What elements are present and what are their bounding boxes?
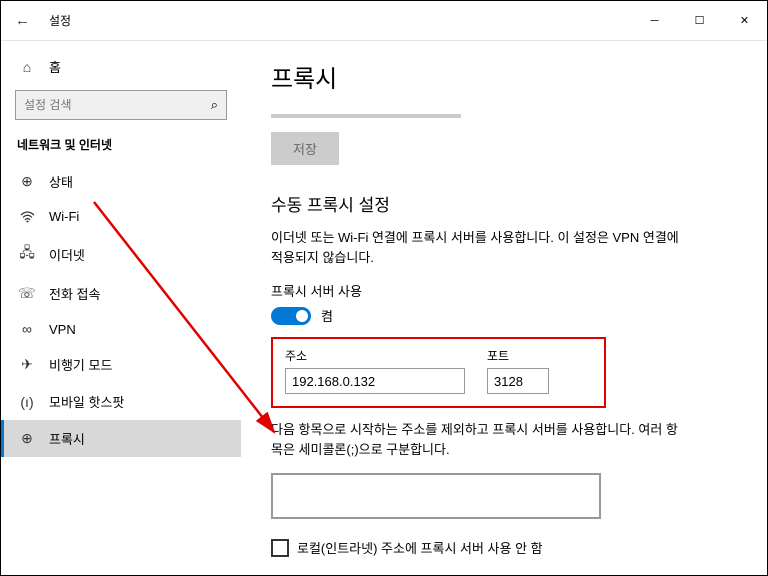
proxy-use-label: 프록시 서버 사용 bbox=[271, 281, 737, 300]
minimize-button[interactable]: ─ bbox=[632, 6, 677, 36]
status-icon: ⊕ bbox=[19, 173, 35, 190]
sidebar-heading: 네트워크 및 인터넷 bbox=[1, 134, 241, 163]
port-input[interactable] bbox=[487, 368, 549, 394]
sidebar-item-status[interactable]: ⊕ 상태 bbox=[1, 163, 241, 200]
sidebar-item-label: 이더넷 bbox=[49, 245, 85, 264]
address-input[interactable] bbox=[285, 368, 465, 394]
sidebar-item-wifi[interactable]: Wi-Fi bbox=[1, 200, 241, 233]
progress-bar bbox=[271, 114, 461, 118]
sidebar-item-label: 상태 bbox=[49, 172, 73, 191]
sidebar-item-dialup[interactable]: ☏ 전화 접속 bbox=[1, 275, 241, 312]
airplane-icon: ✈ bbox=[19, 356, 35, 373]
sidebar-item-airplane[interactable]: ✈ 비행기 모드 bbox=[1, 346, 241, 383]
proxy-icon: ⊕ bbox=[19, 430, 35, 447]
local-checkbox-label: 로컬(인트라넷) 주소에 프록시 서버 사용 안 함 bbox=[297, 538, 543, 557]
home-icon: ⌂ bbox=[19, 59, 35, 75]
sidebar-item-vpn[interactable]: ∞ VPN bbox=[1, 312, 241, 346]
sidebar-item-proxy[interactable]: ⊕ 프록시 bbox=[1, 420, 241, 457]
search-icon: ⌕ bbox=[211, 97, 218, 113]
page-title: 프록시 bbox=[271, 59, 737, 94]
close-button[interactable]: ✕ bbox=[722, 6, 767, 36]
dialup-icon: ☏ bbox=[19, 285, 35, 302]
exceptions-description: 다음 항목으로 시작하는 주소를 제외하고 프록시 서버를 사용합니다. 여러 … bbox=[271, 420, 681, 459]
wifi-icon bbox=[19, 211, 35, 223]
sidebar-item-label: VPN bbox=[49, 322, 76, 337]
sidebar-item-hotspot[interactable]: (ı) 모바일 핫스팟 bbox=[1, 383, 241, 420]
hotspot-icon: (ı) bbox=[19, 394, 35, 410]
sidebar-item-label: 비행기 모드 bbox=[49, 355, 112, 374]
ethernet-icon: 🖧 bbox=[19, 242, 35, 266]
sidebar-item-label: Wi-Fi bbox=[49, 209, 79, 224]
proxy-toggle[interactable] bbox=[271, 307, 311, 325]
exceptions-textarea[interactable] bbox=[271, 473, 601, 519]
window-title: 설정 bbox=[49, 12, 71, 29]
sidebar-home[interactable]: ⌂ 홈 bbox=[1, 51, 241, 86]
back-button[interactable]: ← bbox=[15, 12, 35, 29]
toggle-state: 켬 bbox=[321, 306, 333, 325]
maximize-button[interactable]: ☐ bbox=[677, 6, 722, 36]
home-label: 홈 bbox=[49, 57, 61, 76]
save-button-top[interactable]: 저장 bbox=[271, 132, 339, 165]
address-label: 주소 bbox=[285, 347, 465, 364]
search-input[interactable] bbox=[24, 98, 211, 112]
section-title: 수동 프록시 설정 bbox=[271, 191, 737, 216]
port-label: 포트 bbox=[487, 347, 549, 364]
sidebar-item-label: 전화 접속 bbox=[49, 284, 100, 303]
sidebar-item-label: 프록시 bbox=[49, 429, 85, 448]
sidebar-item-ethernet[interactable]: 🖧 이더넷 bbox=[1, 233, 241, 275]
proxy-fields-highlight: 주소 포트 bbox=[271, 337, 606, 408]
sidebar-item-label: 모바일 핫스팟 bbox=[49, 392, 124, 411]
vpn-icon: ∞ bbox=[19, 321, 35, 337]
section-description: 이더넷 또는 Wi-Fi 연결에 프록시 서버를 사용합니다. 이 설정은 VP… bbox=[271, 228, 681, 267]
search-box[interactable]: ⌕ bbox=[15, 90, 227, 120]
local-checkbox[interactable] bbox=[271, 539, 289, 557]
